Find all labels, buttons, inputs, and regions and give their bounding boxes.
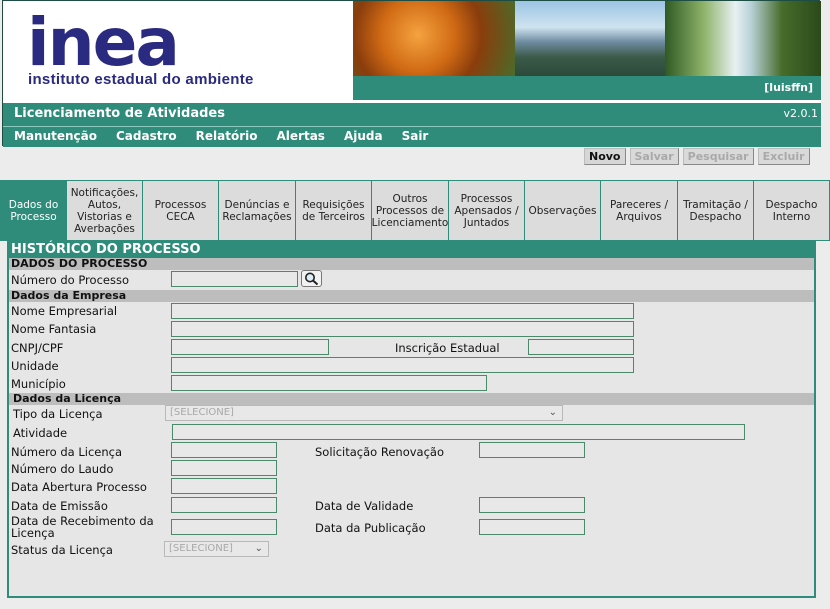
action-toolbar: Novo Salvar Pesquisar Excluir — [584, 148, 810, 166]
main-menu: Manutenção Cadastro Relatório Alertas Aj… — [3, 126, 821, 147]
menu-cadastro[interactable]: Cadastro — [116, 127, 177, 147]
chevron-down-icon: ⌄ — [548, 407, 557, 418]
numero-licenca-input[interactable] — [171, 442, 277, 458]
cnpj-input[interactable] — [171, 339, 329, 355]
label-numero-processo: Número do Processo — [11, 273, 129, 287]
rio-landscape-photo — [515, 1, 665, 76]
section-dados-empresa: Dados da Empresa — [9, 290, 814, 302]
label-numero-licenca: Número da Licença — [11, 445, 122, 459]
tab-notificacoes[interactable]: Notificações, Autos, Vistorias e Averbaç… — [67, 180, 143, 241]
excluir-button[interactable]: Excluir — [757, 148, 810, 165]
tab-despacho-interno[interactable]: Despacho Interno — [754, 180, 830, 241]
label-data-publicacao: Data da Publicação — [315, 521, 426, 535]
chevron-down-icon: ⌄ — [254, 543, 263, 554]
user-bar: [luisffn] — [353, 76, 821, 100]
label-status-licenca: Status da Licença — [11, 543, 113, 557]
version-label: v2.0.1 — [783, 107, 819, 120]
data-validade-input[interactable] — [479, 497, 585, 513]
user-name[interactable]: [luisffn] — [764, 81, 813, 94]
inscricao-estadual-input[interactable] — [528, 339, 634, 355]
label-data-validade: Data de Validade — [315, 499, 414, 513]
inea-logo: inea instituto estadual do ambiente — [3, 1, 353, 100]
tab-processos-ceca[interactable]: Processos CECA — [143, 180, 219, 241]
label-data-abertura: Data Abertura Processo — [11, 480, 147, 494]
pesquisar-button[interactable]: Pesquisar — [682, 148, 754, 165]
label-unidade: Unidade — [11, 359, 59, 373]
title-bar: Licenciamento de Atividades v2.0.1 — [3, 100, 821, 126]
section-dados-processo: DADOS DO PROCESSO — [9, 258, 814, 270]
menu-ajuda[interactable]: Ajuda — [344, 127, 383, 147]
novo-button[interactable]: Novo — [584, 148, 626, 165]
menu-manutencao[interactable]: Manutenção — [14, 127, 97, 147]
data-recebimento-input[interactable] — [171, 519, 277, 535]
header-banner — [353, 1, 821, 76]
label-numero-laudo: Número do Laudo — [11, 462, 114, 476]
search-icon — [305, 272, 319, 286]
waterfall-photo — [665, 1, 821, 76]
label-data-recebimento: Data de Recebimento da Licença — [11, 514, 154, 540]
label-cnpj: CNPJ/CPF — [11, 341, 64, 355]
golden-tamarin-photo — [353, 1, 515, 76]
salvar-button[interactable]: Salvar — [629, 148, 679, 165]
solicitacao-renovacao-input[interactable] — [479, 442, 585, 458]
label-municipio: Município — [11, 377, 66, 391]
data-publicacao-input[interactable] — [479, 519, 585, 535]
nome-fantasia-input[interactable] — [171, 321, 634, 337]
label-inscricao-estadual: Inscrição Estadual — [395, 341, 500, 355]
tab-processos-apensados[interactable]: Processos Apensados / Juntados — [449, 180, 525, 241]
status-licenca-select[interactable]: [SELECIONE] ⌄ — [164, 541, 269, 557]
app-title: Licenciamento de Atividades — [14, 106, 225, 121]
label-solicitacao-renovacao: Solicitação Renovação — [315, 445, 444, 459]
search-button[interactable] — [301, 270, 322, 287]
logo-subtitle: instituto estadual do ambiente — [28, 71, 254, 88]
label-tipo-licenca: Tipo da Licença — [13, 407, 103, 421]
data-emissao-input[interactable] — [171, 497, 277, 513]
nome-empresarial-input[interactable] — [171, 303, 634, 319]
tab-tramitacao[interactable]: Tramitação / Despacho — [678, 180, 754, 241]
tab-requisicoes[interactable]: Requisições de Terceiros — [296, 180, 372, 241]
tab-denuncias[interactable]: Denúncias e Reclamações — [219, 180, 296, 241]
numero-processo-input[interactable] — [171, 271, 298, 287]
atividade-input[interactable] — [172, 424, 745, 440]
menu-sair[interactable]: Sair — [402, 127, 429, 147]
menu-relatorio[interactable]: Relatório — [196, 127, 258, 147]
tab-observacoes[interactable]: Observações — [525, 180, 601, 241]
label-nome-empresarial: Nome Empresarial — [11, 304, 118, 318]
section-dados-licenca: Dados da Licença — [9, 393, 814, 405]
unidade-input[interactable] — [171, 357, 634, 373]
numero-laudo-input[interactable] — [171, 460, 277, 476]
label-atividade: Atividade — [13, 426, 68, 440]
app-header: inea instituto estadual do ambiente [lui… — [2, 0, 821, 147]
tab-dados-processo[interactable]: Dados do Processo — [0, 180, 67, 241]
tab-outros-processos[interactable]: Outros Processos de Licenciamento — [372, 180, 449, 241]
label-nome-fantasia: Nome Fantasia — [11, 322, 97, 336]
status-licenca-value: [SELECIONE] — [169, 543, 233, 554]
data-abertura-input[interactable] — [171, 478, 277, 494]
tipo-licenca-select[interactable]: [SELECIONE] ⌄ — [165, 405, 563, 421]
municipio-input[interactable] — [171, 375, 487, 391]
tab-pareceres[interactable]: Pareceres / Arquivos — [601, 180, 678, 241]
tipo-licenca-value: [SELECIONE] — [170, 407, 234, 418]
historico-panel: HISTÓRICO DO PROCESSO DADOS DO PROCESSO … — [7, 240, 816, 598]
label-data-emissao: Data de Emissão — [11, 499, 108, 513]
tab-bar: Dados do Processo Notificações, Autos, V… — [0, 180, 830, 241]
panel-title: HISTÓRICO DO PROCESSO — [9, 240, 814, 258]
menu-alertas[interactable]: Alertas — [277, 127, 325, 147]
